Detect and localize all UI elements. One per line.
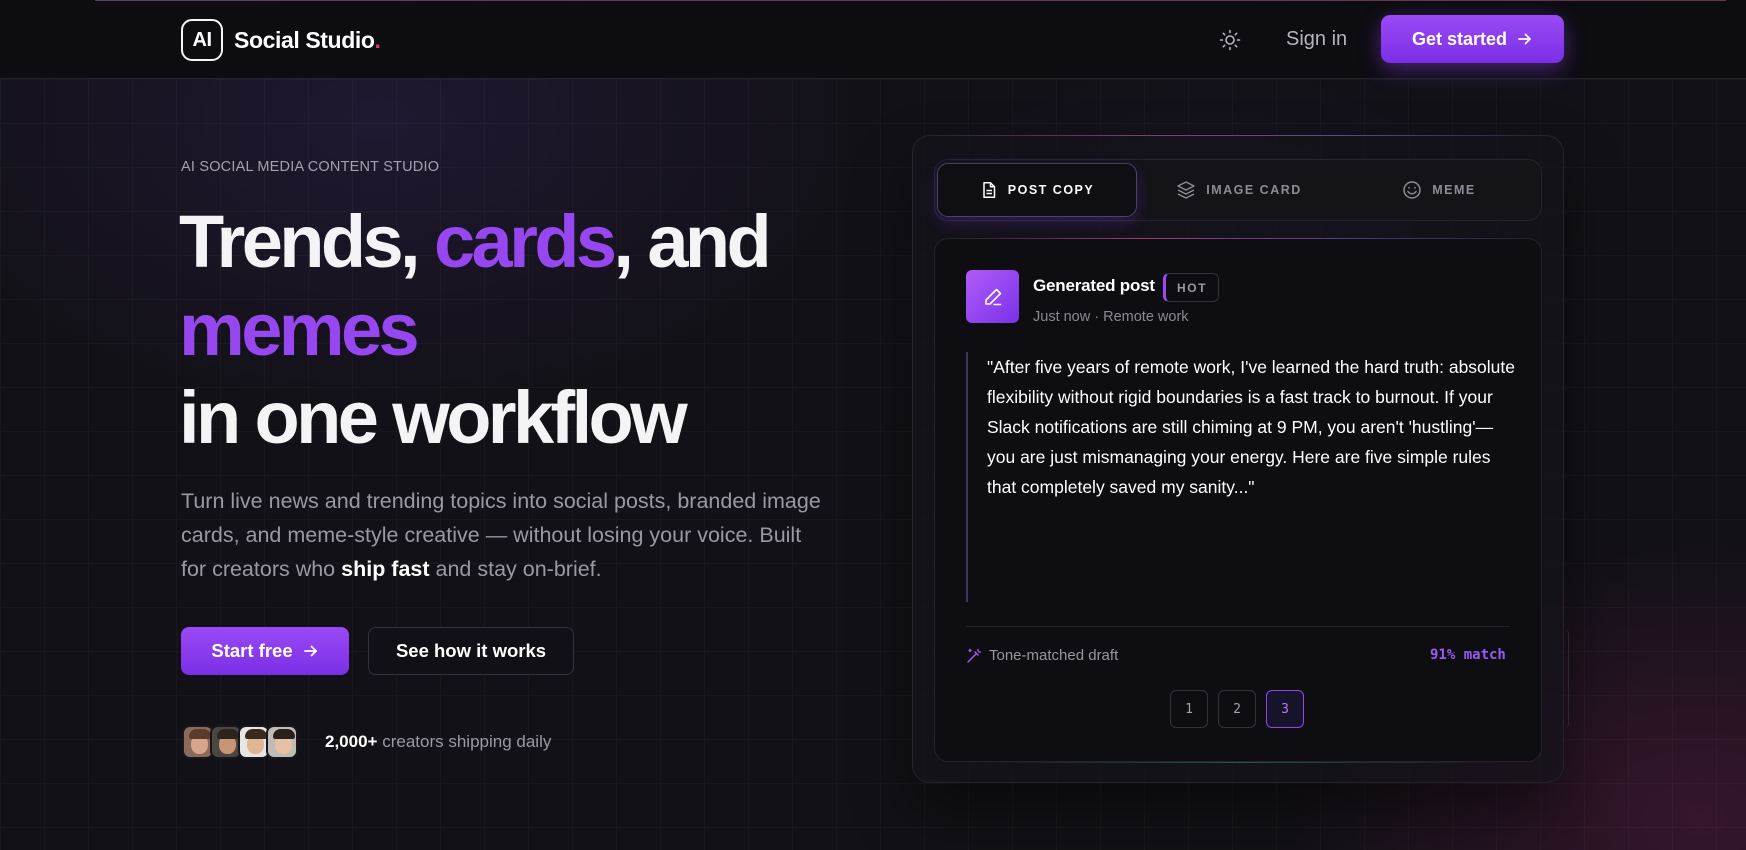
card-divider bbox=[966, 626, 1509, 627]
tone-indicator: Tone-matched draft bbox=[966, 647, 1118, 664]
post-title: Generated post bbox=[1033, 276, 1155, 295]
card-accent-line bbox=[960, 238, 1520, 239]
tab-label: MEME bbox=[1432, 183, 1476, 197]
tab-meme[interactable]: MEME bbox=[1339, 163, 1539, 217]
pencil-icon bbox=[966, 270, 1019, 323]
start-free-label: Start free bbox=[211, 640, 293, 661]
smile-icon bbox=[1403, 181, 1421, 199]
headline-line-3: in one workflow bbox=[179, 376, 688, 459]
page-button-3[interactable]: 3 bbox=[1266, 690, 1304, 728]
headline-highlight-cards: cards bbox=[433, 200, 617, 283]
page-button-1[interactable]: 1 bbox=[1170, 690, 1208, 728]
tone-label: Tone-matched draft bbox=[989, 647, 1119, 664]
hero-headline: Trends, cards, and memes in one workflow bbox=[179, 198, 879, 462]
headline-highlight-memes: memes bbox=[179, 288, 420, 371]
start-free-button[interactable]: Start free bbox=[181, 627, 349, 675]
pagination: 1 2 3 bbox=[1170, 690, 1304, 728]
social-proof: 2,000+ creators shipping daily bbox=[325, 732, 551, 752]
social-proof-text: creators shipping daily bbox=[377, 732, 552, 751]
top-nav: AI Social Studio. Sign in Get started bbox=[0, 0, 1746, 79]
subtitle-after: and stay on-brief. bbox=[429, 557, 602, 581]
arrow-right-icon bbox=[1518, 33, 1531, 45]
post-quote: "After five years of remote work, I've l… bbox=[987, 357, 1516, 497]
magic-wand-icon bbox=[967, 648, 982, 663]
panel-edge-tab bbox=[1565, 630, 1569, 728]
get-started-button[interactable]: Get started bbox=[1381, 15, 1564, 63]
header-accent-line bbox=[95, 0, 1726, 1]
tab-label: IMAGE CARD bbox=[1206, 183, 1302, 197]
headline-part-2: , and bbox=[613, 200, 771, 283]
logo-mark: AI bbox=[181, 19, 223, 61]
tab-image-card[interactable]: IMAGE CARD bbox=[1139, 163, 1339, 217]
get-started-label: Get started bbox=[1411, 28, 1508, 49]
tab-post-copy[interactable]: POST COPY bbox=[937, 163, 1137, 217]
arrow-right-icon bbox=[303, 645, 317, 657]
content-type-tabs: POST COPY IMAGE CARD MEME bbox=[934, 159, 1542, 221]
hero-eyebrow: AI SOCIAL MEDIA CONTENT STUDIO bbox=[181, 159, 440, 175]
logo-text: Social Studio bbox=[234, 26, 375, 53]
see-how-it-works-button[interactable]: See how it works bbox=[368, 627, 574, 675]
page-button-2[interactable]: 2 bbox=[1218, 690, 1256, 728]
card-bottom-line bbox=[980, 762, 1500, 763]
tab-label: POST COPY bbox=[1007, 183, 1095, 197]
layers-icon bbox=[1177, 181, 1195, 199]
headline-part-1: Trends, bbox=[179, 200, 434, 283]
logo-dot: . bbox=[374, 26, 381, 53]
sign-in-link[interactable]: Sign in bbox=[1286, 28, 1347, 51]
sun-icon[interactable] bbox=[1218, 28, 1242, 52]
document-icon bbox=[983, 182, 996, 198]
subtitle-emphasis: ship fast bbox=[341, 557, 430, 581]
logo[interactable]: AI Social Studio. bbox=[181, 19, 381, 61]
panel-accent-line bbox=[932, 135, 1544, 136]
status-badge: HOT bbox=[1163, 273, 1220, 302]
creator-avatars bbox=[182, 725, 298, 759]
quote-bar bbox=[966, 352, 968, 602]
avatar bbox=[266, 725, 298, 759]
hero-subtitle: Turn live news and trending topics into … bbox=[181, 484, 821, 586]
post-meta: Just now · Remote work bbox=[1033, 309, 1189, 325]
creator-count: 2,000+ bbox=[325, 732, 378, 751]
match-score: 91% match bbox=[1430, 647, 1506, 663]
